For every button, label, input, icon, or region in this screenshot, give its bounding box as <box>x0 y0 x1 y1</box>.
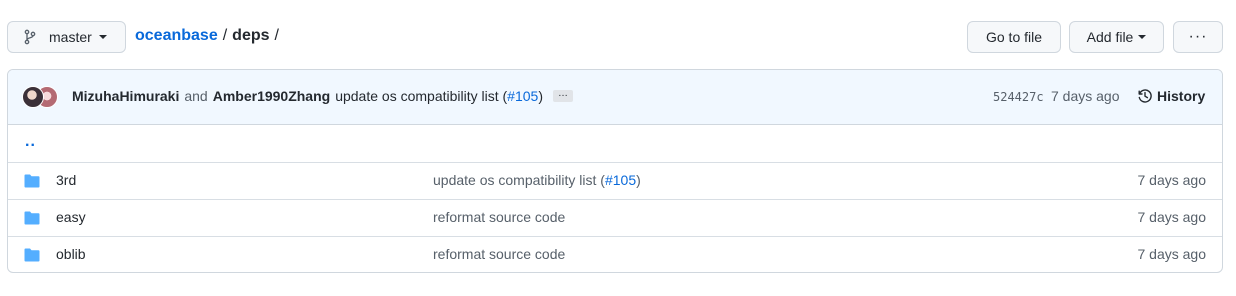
latest-commit-bar: MizuhaHimuraki and Amber1990Zhang update… <box>8 70 1222 125</box>
history-icon <box>1138 89 1152 103</box>
file-commit-message-text: update os compatibility list ( <box>433 172 605 188</box>
commit-age: 7 days ago <box>1051 88 1120 104</box>
file-commit-age: 7 days ago <box>1137 246 1207 262</box>
commit-author-link[interactable]: Amber1990Zhang <box>213 88 330 104</box>
branch-name: master <box>49 29 92 45</box>
file-commit-message[interactable]: update os compatibility list (#105) <box>433 172 641 188</box>
table-row[interactable]: oblib reformat source code 7 days ago <box>8 236 1222 272</box>
file-commit-message[interactable]: reformat source code <box>433 209 565 225</box>
commit-sha-link[interactable]: 524427c <box>993 90 1044 104</box>
add-file-button[interactable]: Add file <box>1069 21 1164 53</box>
folder-icon <box>24 174 40 188</box>
file-name-link[interactable]: oblib <box>56 246 86 262</box>
chevron-down-icon <box>1138 35 1147 39</box>
file-navigation: master oceanbase / deps / Go to file Add… <box>7 21 1223 53</box>
more-options-button[interactable]: ··· <box>1173 21 1223 53</box>
pull-request-link[interactable]: #105 <box>605 172 636 188</box>
pull-request-link[interactable]: #105 <box>507 88 538 104</box>
add-file-label: Add file <box>1086 29 1134 45</box>
table-row[interactable]: easy reformat source code 7 days ago <box>8 199 1222 236</box>
go-to-file-label: Go to file <box>985 29 1043 45</box>
parent-directory-link[interactable]: .. <box>25 133 36 151</box>
kebab-horizontal-icon: ··· <box>1188 28 1208 45</box>
breadcrumb: oceanbase / deps / <box>135 27 284 45</box>
file-listing: MizuhaHimuraki and Amber1990Zhang update… <box>7 69 1223 273</box>
file-commit-message[interactable]: reformat source code <box>433 246 565 262</box>
breadcrumb-current-dir: deps <box>232 27 270 44</box>
commit-message-text: update os compatibility list ( <box>335 88 508 104</box>
parent-directory-row[interactable]: .. <box>8 125 1222 162</box>
breadcrumb-repo-link[interactable]: oceanbase <box>135 27 218 45</box>
expand-commit-message-button[interactable]: … <box>553 89 573 102</box>
breadcrumb-separator: / <box>222 27 228 44</box>
file-commit-age: 7 days ago <box>1137 209 1207 225</box>
history-label: History <box>1157 88 1206 104</box>
file-commit-message-end: ) <box>636 172 641 188</box>
commit-author-link[interactable]: MizuhaHimuraki <box>72 88 179 104</box>
commit-message[interactable]: update os compatibility list (#105) <box>335 88 543 104</box>
commit-author-conjunction: and <box>184 88 208 104</box>
file-name-link[interactable]: 3rd <box>56 172 76 188</box>
git-branch-icon <box>24 29 38 45</box>
commit-summary: MizuhaHimuraki and Amber1990Zhang update… <box>72 88 573 104</box>
breadcrumb-separator: / <box>274 27 279 44</box>
commit-message-end: ) <box>538 88 543 104</box>
table-row[interactable]: 3rd update os compatibility list (#105) … <box>8 162 1222 199</box>
history-link[interactable]: History <box>1137 88 1205 104</box>
go-to-file-button[interactable]: Go to file <box>967 21 1061 53</box>
folder-icon <box>24 248 40 262</box>
avatar[interactable] <box>22 86 44 108</box>
folder-icon <box>24 211 40 225</box>
chevron-down-icon <box>98 35 107 39</box>
branch-select-button[interactable]: master <box>7 21 126 53</box>
file-name-link[interactable]: easy <box>56 209 86 225</box>
file-commit-age: 7 days ago <box>1137 172 1207 188</box>
